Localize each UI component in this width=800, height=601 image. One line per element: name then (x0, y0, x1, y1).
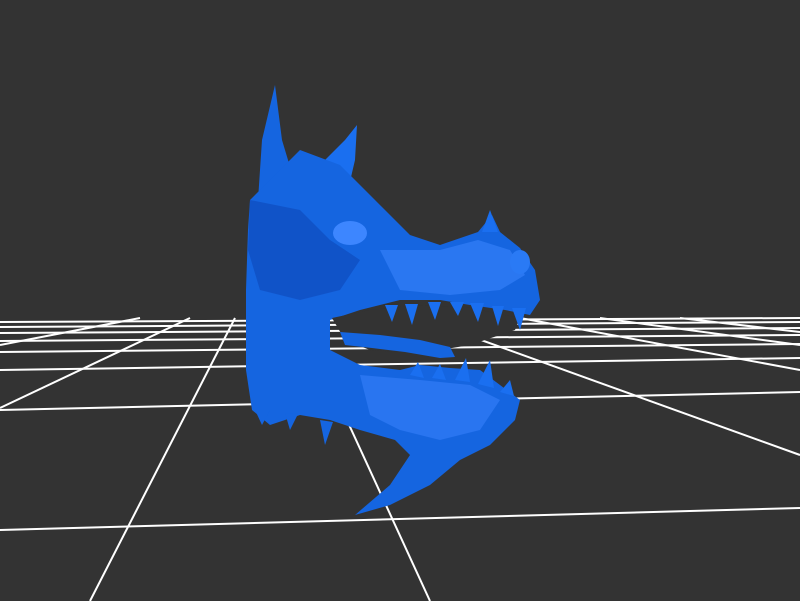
eye (333, 221, 367, 245)
3d-viewport[interactable] (0, 0, 800, 601)
nostril (510, 250, 530, 274)
scene-canvas[interactable] (0, 0, 800, 601)
